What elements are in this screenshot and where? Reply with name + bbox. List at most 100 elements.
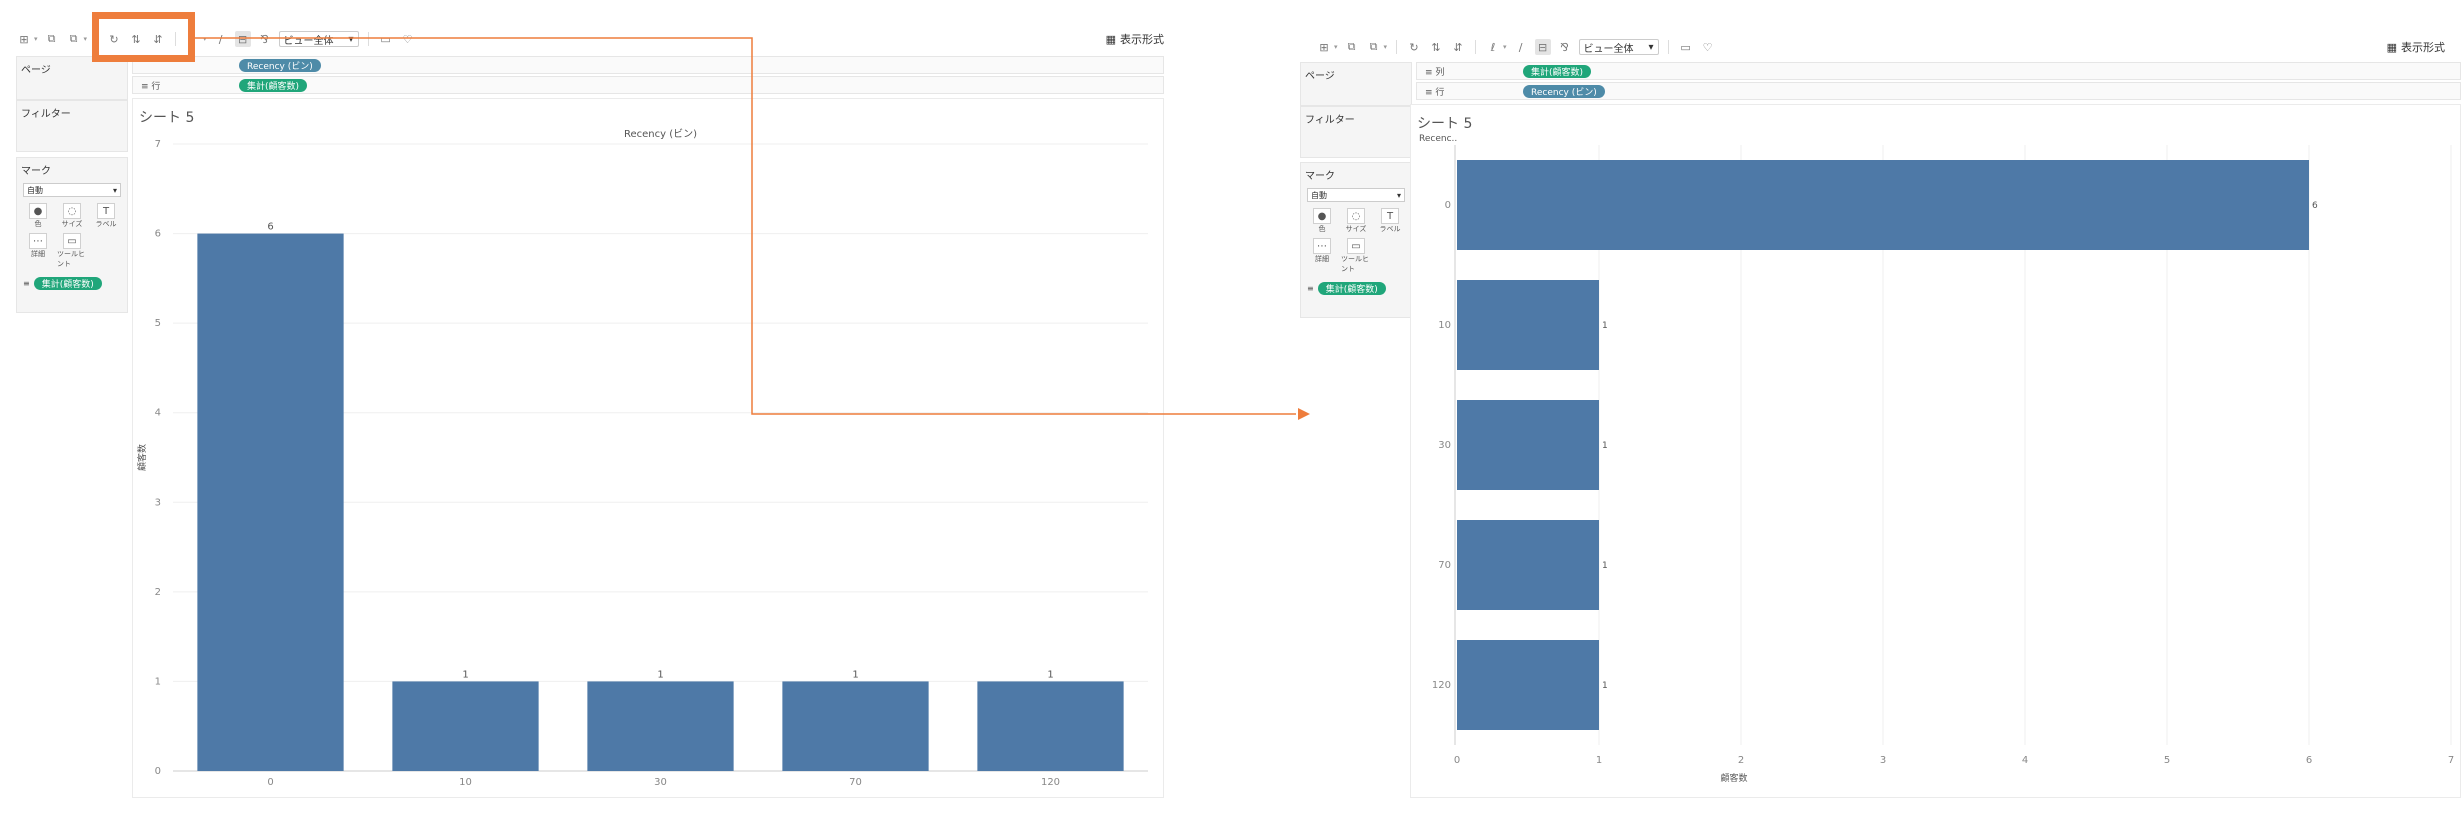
marks-title: マーク [1305, 171, 1335, 182]
new-sheet-icon[interactable]: ⧉ [44, 31, 60, 47]
rows-shelf-label: ≡ 行 [141, 79, 201, 92]
marks-detail-button[interactable]: ⋯ 詳細 [23, 233, 53, 269]
x-tick-label: 7 [2448, 755, 2454, 766]
chevron-down-icon[interactable]: ▾ [1384, 43, 1388, 51]
rows-shelf[interactable]: ≡ 行 Recency (ビン) [1416, 82, 2461, 100]
data-label: 1 [1047, 669, 1053, 680]
new-datasource-icon[interactable]: ⊞ [1316, 39, 1332, 55]
left-panel: ⊞ ▾ ⧉ ⧉ ▾ ↻ ⇅ ⇵ ℓ ▾ ∕ ⊟ ⅋ ビュー全体 ▾ ▭ ♡ ▦ 表示形式 … [0, 0, 1180, 832]
sort-descending-icon[interactable]: ⇵ [1450, 39, 1466, 55]
marks-pill-row: ≡ 集計(顧客数) [1301, 278, 1411, 303]
bar [1457, 280, 1599, 370]
marks-size-button[interactable]: ◌ サイズ [57, 203, 87, 229]
chevron-down-icon[interactable]: ▾ [34, 35, 38, 43]
mark-type-select[interactable]: 自動 ▾ [23, 183, 121, 197]
mark-type-select[interactable]: 自動 ▾ [1307, 188, 1405, 202]
x-tick-label: 70 [849, 777, 862, 788]
marks-label-button[interactable]: T ラベル [1375, 208, 1405, 234]
tooltip-icon: ▭ [63, 233, 81, 249]
columns-pill[interactable]: 集計(顧客数) [1523, 64, 1592, 78]
rows-shelf-label-text: 行 [1435, 87, 1445, 98]
new-sheet-icon[interactable]: ⧉ [1344, 39, 1360, 55]
fit-select[interactable]: ビュー全体 ▾ [1578, 39, 1659, 55]
marks-pill[interactable]: 集計(顧客数) [33, 277, 102, 290]
marks-cell-label: サイズ [1345, 225, 1367, 233]
duplicate-sheet-icon[interactable]: ⧉ [1366, 39, 1382, 55]
swap-axes-icon[interactable]: ↻ [1406, 39, 1422, 55]
data-label: 6 [2312, 201, 2318, 211]
x-tick-label: 2 [1738, 755, 1744, 766]
annotate-icon[interactable]: ∕ [213, 31, 229, 47]
marks-size-button[interactable]: ◌ サイズ [1341, 208, 1371, 234]
chevron-down-icon[interactable]: ▾ [1334, 43, 1338, 51]
highlight-icon[interactable]: ℓ [1485, 39, 1501, 55]
share-icon[interactable]: ♡ [400, 31, 416, 47]
x-axis-title: 顧客数 [1720, 772, 1747, 784]
fit-select[interactable]: ビュー全体 ▾ [278, 31, 359, 47]
chevron-down-icon[interactable]: ▾ [84, 35, 88, 43]
rows-pill[interactable]: Recency (ビン) [1523, 84, 1605, 98]
annotate-icon[interactable]: ∕ [1513, 39, 1529, 55]
sort-ascending-icon[interactable]: ⇅ [1428, 39, 1444, 55]
marks-grid: ● 色 ◌ サイズ T ラベル ⋯ 詳細 ▭ ツールヒント [17, 199, 127, 273]
rows-pill[interactable]: 集計(顧客数) [239, 78, 308, 92]
marks-tooltip-button[interactable]: ▭ ツールヒント [1341, 238, 1371, 274]
label-icon: T [1381, 208, 1399, 224]
x-tick-label: 120 [1041, 777, 1060, 788]
y-tick-label: 7 [155, 139, 161, 150]
columns-shelf[interactable]: ≡ 列 集計(顧客数) [1416, 62, 2461, 80]
x-tick-label: 6 [2306, 755, 2312, 766]
marks-color-button[interactable]: ● 色 [1307, 208, 1337, 234]
pin-icon[interactable]: ⅋ [1557, 39, 1573, 55]
chart-view: シート 5 Recency (ビン) 0 1 2 3 4 5 6 7 顧客数 6 0 1 10 1 30 1 70… [132, 98, 1164, 798]
y-tick-label: 0 [155, 766, 161, 777]
rows-shelf-icon: ≡ [141, 81, 152, 92]
marks-tooltip-button[interactable]: ▭ ツールヒント [57, 233, 87, 269]
presentation-icon[interactable]: ▭ [378, 31, 394, 47]
chevron-down-icon[interactable]: ▾ [203, 35, 207, 43]
columns-shelf-label-text: 列 [1435, 67, 1445, 78]
data-label: 1 [852, 669, 858, 680]
rows-shelf[interactable]: ≡ 行 集計(顧客数) [132, 76, 1164, 94]
marks-cell-label: ラベル [1379, 225, 1401, 233]
share-icon[interactable]: ♡ [1700, 39, 1716, 55]
show-me-button[interactable]: ▦ 表示形式 [2387, 39, 2445, 55]
marks-card: マーク 自動 ▾ ● 色 ◌ サイズ T ラベル ⋯ 詳細 ▭ ツールヒント ≡ 集計(顧客数) [1300, 162, 1412, 318]
x-tick-label: 5 [2164, 755, 2170, 766]
marks-pill[interactable]: 集計(顧客数) [1317, 282, 1386, 295]
label-mark-icon: ≡ [23, 279, 30, 288]
marks-detail-button[interactable]: ⋯ 詳細 [1307, 238, 1337, 274]
chevron-down-icon: ▾ [112, 185, 117, 195]
y-tick-label: 0 [1445, 200, 1451, 211]
y-tick-label: 6 [155, 229, 161, 240]
color-icon: ● [1313, 208, 1331, 224]
marks-cell-label: ツールヒント [57, 250, 85, 268]
show-me-label: 表示形式 [1120, 33, 1164, 46]
toolbar-divider [1396, 40, 1398, 54]
columns-pill[interactable]: Recency (ビン) [239, 58, 321, 72]
marks-color-button[interactable]: ● 色 [23, 203, 53, 229]
toolbar-divider [367, 32, 369, 46]
chevron-down-icon[interactable]: ▾ [1503, 43, 1507, 51]
pin-icon[interactable]: ⅋ [257, 31, 273, 47]
fit-icon[interactable]: ⊟ [1534, 39, 1551, 55]
fit-icon[interactable]: ⊟ [234, 31, 251, 47]
show-me-button[interactable]: ▦ 表示形式 [1106, 31, 1164, 47]
toolbar-divider [1475, 40, 1477, 54]
bar [782, 681, 929, 771]
columns-shelf[interactable]: Recency (ビン) [132, 56, 1164, 74]
bar [392, 681, 539, 771]
presentation-icon[interactable]: ▭ [1678, 39, 1694, 55]
x-tick-label: 1 [1596, 755, 1602, 766]
y-tick-label: 1 [155, 676, 161, 687]
data-label: 1 [657, 669, 663, 680]
marks-label-button[interactable]: T ラベル [91, 203, 121, 229]
data-label: 1 [1602, 681, 1608, 691]
duplicate-sheet-icon[interactable]: ⧉ [66, 31, 82, 47]
new-datasource-icon[interactable]: ⊞ [16, 31, 32, 47]
x-tick-label: 3 [1880, 755, 1886, 766]
rows-shelf-label-text: 行 [151, 81, 161, 92]
filters-card: フィルター [1300, 106, 1412, 158]
y-tick-label: 4 [155, 408, 161, 419]
x-tick-label: 10 [459, 777, 472, 788]
